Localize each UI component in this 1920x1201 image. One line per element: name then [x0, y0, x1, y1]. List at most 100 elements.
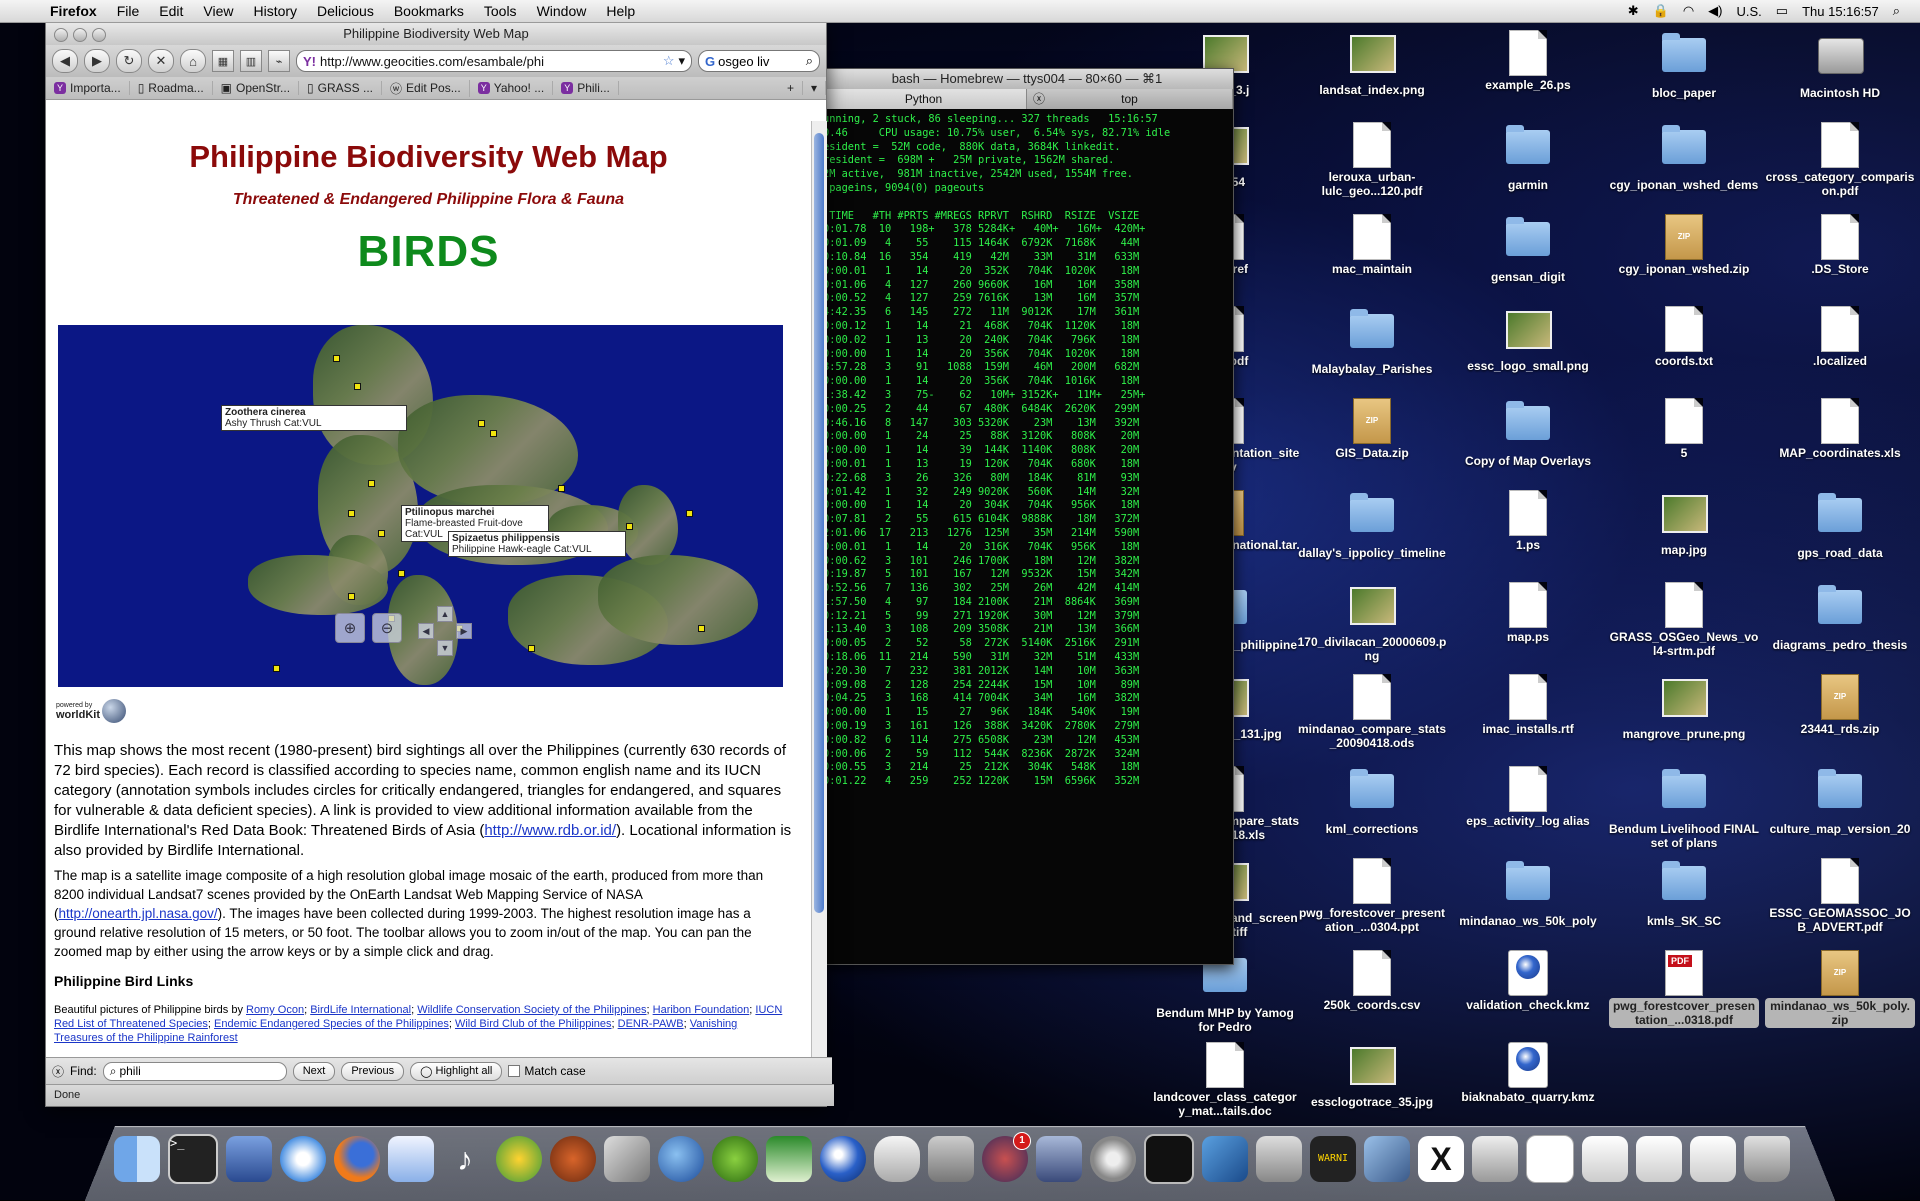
desktop-file-icon[interactable]: validation_check.kmz — [1453, 950, 1603, 1012]
bookmark-item[interactable]: ▯ Roadma... — [130, 81, 213, 95]
sighting-marker[interactable] — [686, 510, 693, 517]
desktop-file-icon[interactable]: mangrove_prune.png — [1609, 674, 1759, 741]
desktop-file-icon[interactable]: 170_divilacan_20000609.png — [1297, 582, 1447, 663]
back-button[interactable]: ◀ — [52, 49, 78, 73]
link-romy-ocon[interactable]: Romy Ocon — [246, 1004, 304, 1016]
desktop-file-icon[interactable]: culture_map_version_20 — [1765, 766, 1915, 836]
minimized-window-icon[interactable] — [1582, 1136, 1628, 1182]
find-next-button[interactable]: Next — [292, 1061, 336, 1081]
highlight-all-button[interactable]: ◯ Highlight all — [410, 1061, 503, 1081]
window-titlebar[interactable]: Philippine Biodiversity Web Map — [46, 23, 826, 45]
desktop-file-icon[interactable]: coords.txt — [1609, 306, 1759, 368]
sighting-marker[interactable] — [528, 645, 535, 652]
page-content[interactable]: Philippine Biodiversity Web Map Threaten… — [46, 121, 811, 1073]
zoom-out-button[interactable]: ⊖ — [372, 613, 402, 643]
clock[interactable]: Thu 15:16:57 — [1802, 4, 1879, 19]
menu-file[interactable]: File — [107, 3, 150, 19]
desktop-file-icon[interactable]: mindanao_compare_stats_20090418.ods — [1297, 674, 1447, 750]
installer-icon[interactable] — [928, 1136, 974, 1182]
link-denr-pawb[interactable]: DENR-PAWB — [618, 1018, 684, 1030]
activity-monitor-icon[interactable] — [1144, 1134, 1194, 1184]
safari-icon[interactable] — [280, 1136, 326, 1182]
desktop-file-icon[interactable]: Malaybalay_Parishes — [1297, 306, 1447, 376]
sighting-marker[interactable] — [398, 570, 405, 577]
sighting-marker[interactable] — [558, 485, 565, 492]
sighting-marker[interactable] — [368, 480, 375, 487]
search-bar[interactable]: G osgeo liv ⌕ — [698, 50, 820, 72]
desktop-file-icon[interactable]: bloc_paper — [1609, 30, 1759, 100]
sighting-marker[interactable] — [348, 593, 355, 600]
terminal-output[interactable]: unning, 2 stuck, 86 sleeping... 327 thre… — [821, 109, 1233, 793]
sighting-marker[interactable] — [348, 510, 355, 517]
zoom-window-button[interactable] — [92, 28, 106, 42]
minimize-window-button[interactable] — [73, 28, 87, 42]
google-earth-icon[interactable] — [820, 1136, 866, 1182]
star-icon[interactable]: ☆ — [663, 53, 675, 69]
battery-icon[interactable]: ▭ — [1776, 3, 1788, 19]
minimized-window-icon[interactable] — [1690, 1136, 1736, 1182]
bookmark-item[interactable]: Y Phili... — [553, 81, 619, 95]
console-icon[interactable]: WARNI — [1310, 1136, 1356, 1182]
desktop-file-icon[interactable]: essclogotrace_35.jpg — [1297, 1042, 1447, 1109]
sighting-marker[interactable] — [626, 523, 633, 530]
calculator-icon[interactable] — [1256, 1136, 1302, 1182]
x11-icon[interactable]: X — [1418, 1136, 1464, 1182]
scissors-utility-icon[interactable] — [1472, 1136, 1518, 1182]
desktop-file-icon[interactable]: cross_category_comparison.pdf — [1765, 122, 1915, 198]
pan-down-button[interactable]: ▼ — [437, 640, 453, 656]
desktop-file-icon[interactable]: map.ps — [1453, 582, 1603, 644]
menu-delicious[interactable]: Delicious — [307, 3, 384, 19]
menu-help[interactable]: Help — [596, 3, 645, 19]
zoom-in-button[interactable]: ⊕ — [335, 613, 365, 643]
gnu-icon[interactable] — [550, 1136, 596, 1182]
lock-icon[interactable]: 🔒 — [1653, 3, 1669, 19]
menu-tools[interactable]: Tools — [474, 3, 527, 19]
desktop-file-icon[interactable]: landsat_index.png — [1297, 30, 1447, 97]
link-haribon[interactable]: Haribon Foundation — [653, 1004, 750, 1016]
dropdown-icon[interactable]: ▾ — [678, 53, 685, 69]
scrollbar-thumb[interactable] — [814, 133, 824, 913]
desktop-file-icon[interactable]: kmls_SK_SC — [1609, 858, 1759, 928]
bookmark-item[interactable]: ▣ OpenStr... — [213, 81, 300, 95]
desktop-file-icon[interactable]: Macintosh HD — [1765, 30, 1915, 100]
input-source[interactable]: U.S. — [1737, 4, 1762, 19]
desktop-file-icon[interactable]: imac_installs.rtf — [1453, 674, 1603, 736]
desktop-file-icon[interactable]: map.jpg — [1609, 490, 1759, 557]
sighting-marker[interactable] — [490, 430, 497, 437]
minimized-window-icon[interactable] — [1636, 1136, 1682, 1182]
search-icon[interactable]: ⌕ — [806, 53, 813, 69]
trash-icon[interactable] — [1744, 1136, 1790, 1182]
bookmark-item[interactable]: ▯ GRASS ... — [299, 81, 382, 95]
desktop-file-icon[interactable]: pwg_forestcover_presentation_...0304.ppt — [1297, 858, 1447, 934]
sighting-marker[interactable] — [333, 355, 340, 362]
bookmark-item[interactable]: ⓦ Edit Pos... — [382, 79, 470, 97]
terminal-icon[interactable]: >_ — [168, 1134, 218, 1184]
desktop-file-icon[interactable]: lerouxa_urban-lulc_geo...120.pdf — [1297, 122, 1447, 198]
desktop-file-icon[interactable]: 250k_coords.csv — [1297, 950, 1447, 1012]
bookmark-manager-icon[interactable]: ▦ — [212, 50, 234, 72]
map-popup-label[interactable]: Zoothera cinerea Ashy Thrush Cat:VUL — [221, 405, 407, 431]
sighting-marker[interactable] — [378, 530, 385, 537]
link-wcs-philippines[interactable]: Wildlife Conservation Society of the Phi… — [417, 1004, 646, 1016]
forward-button[interactable]: ▶ — [84, 49, 110, 73]
sighting-marker[interactable] — [273, 665, 280, 672]
qgis-icon[interactable] — [712, 1136, 758, 1182]
desktop-file-icon[interactable]: Copy of Map Overlays — [1453, 398, 1603, 468]
desktop-file-icon[interactable]: Bendum Livelihood FINAL set of plans — [1609, 766, 1759, 850]
checkbox-box[interactable] — [508, 1065, 521, 1077]
preview-icon[interactable] — [226, 1136, 272, 1182]
desktop-file-icon[interactable]: gps_road_data — [1765, 490, 1915, 560]
terminal-window[interactable]: bash — Homebrew — ttys004 — 80×60 — ⌘1 P… — [820, 68, 1234, 965]
sighting-marker[interactable] — [354, 383, 361, 390]
system-preferences-icon[interactable] — [1090, 1136, 1136, 1182]
new-tab-button[interactable]: + — [779, 81, 803, 95]
menu-history[interactable]: History — [243, 3, 307, 19]
desktop-file-icon[interactable]: diagrams_pedro_thesis — [1765, 582, 1915, 652]
desktop-file-icon[interactable]: ESSC_GEOMASSOC_JOB_ADVERT.pdf — [1765, 858, 1915, 934]
home-button[interactable]: ⌂ — [180, 49, 206, 73]
desktop-file-icon[interactable]: cgy_iponan_wshed_dems — [1609, 122, 1759, 192]
find-input[interactable]: ⌕ phili — [102, 1061, 287, 1081]
desktop-file-icon[interactable]: ZIP mindanao_ws_50k_poly.zip — [1765, 950, 1915, 1028]
desktop-file-icon[interactable]: mindanao_ws_50k_poly — [1453, 858, 1603, 928]
bookmark-item[interactable]: Y Importa... — [46, 81, 130, 95]
